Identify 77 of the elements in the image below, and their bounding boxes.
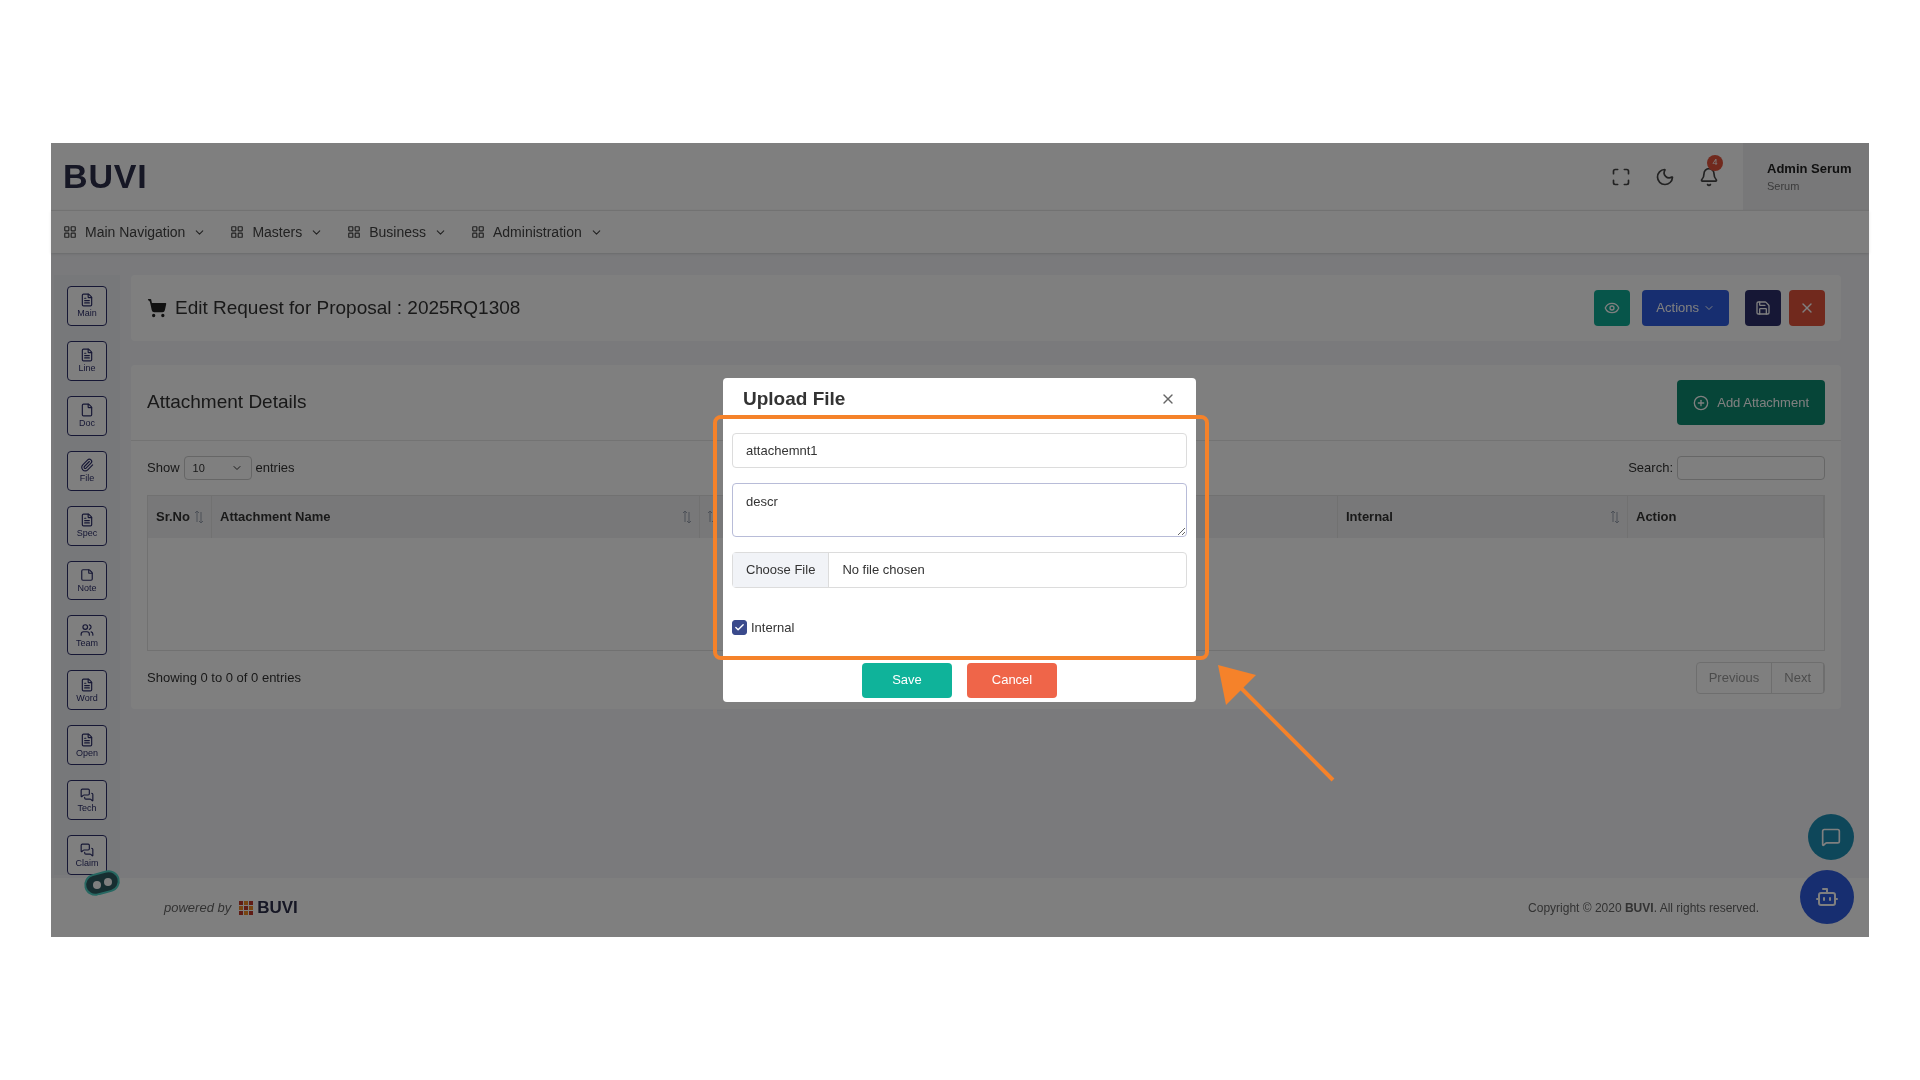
view-button[interactable] [1594, 290, 1631, 326]
entries-label: entries [255, 459, 295, 478]
file-input[interactable]: Choose File No file chosen [732, 552, 1187, 588]
save-icon [1755, 300, 1771, 316]
chat-button[interactable] [1808, 814, 1854, 860]
sidebar-button[interactable]: Word [67, 670, 107, 711]
section-title: Attachment Details [147, 390, 307, 415]
grid-icon [230, 225, 245, 239]
sidebar-button[interactable]: File [67, 450, 107, 491]
grid-icon [347, 225, 362, 239]
page-title: Edit Request for Proposal : 2025RQ1308 [175, 295, 521, 320]
powered-by-text: powered by [164, 898, 232, 917]
sidebar-icon [80, 293, 94, 308]
fullscreen-icon[interactable] [1611, 166, 1631, 187]
notification-badge: 4 [1707, 154, 1723, 171]
table-info: Showing 0 to 0 of 0 entries [147, 669, 301, 688]
sidebar-icon [80, 348, 94, 363]
nav-menu[interactable]: Masters [230, 221, 324, 243]
sidebar-button[interactable]: Spec [67, 505, 107, 546]
logo-icon [239, 900, 254, 915]
sidebar-button[interactable]: Note [67, 560, 107, 601]
sidebar-icon [80, 568, 94, 582]
copyright-text: Copyright © 2020 BUVI. All rights reserved. [1528, 899, 1759, 917]
sidebar-icon [80, 513, 94, 528]
cancel-button[interactable]: Cancel [967, 662, 1057, 698]
choose-file-button[interactable]: Choose File [733, 553, 830, 587]
column-header[interactable]: Action [1628, 496, 1824, 538]
internal-checkbox[interactable] [732, 620, 747, 636]
grid-icon [63, 225, 77, 239]
sidebar-icon [80, 677, 94, 692]
save-button[interactable]: Save [862, 662, 952, 698]
actions-button[interactable]: Actions [1642, 290, 1729, 326]
notification-icon[interactable] [1699, 166, 1719, 187]
column-header[interactable]: Internal [1338, 496, 1628, 538]
description-field[interactable]: descr [732, 483, 1187, 537]
footer-brand: BUVI [257, 896, 298, 919]
sidebar-icon [80, 622, 94, 637]
file-status: No file chosen [841, 561, 925, 580]
nav-menu[interactable]: Business [347, 221, 447, 243]
plus-icon [1693, 394, 1710, 411]
save-button[interactable] [1745, 290, 1781, 326]
sidebar-button[interactable]: Line [67, 340, 107, 381]
sidebar-icon [80, 787, 94, 802]
sidebar-button[interactable]: Tech [67, 780, 107, 821]
robot-icon [1815, 885, 1839, 909]
sidebar-icon [80, 842, 94, 857]
brand-logo[interactable]: BUVI [63, 151, 148, 202]
sidebar-button[interactable]: Team [67, 615, 107, 656]
dialog-title: Upload File [743, 386, 846, 411]
page-size-select[interactable]: 10 [183, 456, 252, 480]
sort-icon [195, 510, 203, 524]
sidebar-button[interactable]: Doc [67, 395, 107, 436]
sort-icon [1611, 510, 1619, 524]
sidebar-button[interactable]: Main [67, 286, 107, 326]
moon-icon[interactable] [1655, 166, 1675, 187]
chat-icon [1821, 827, 1841, 847]
cart-icon [147, 298, 167, 318]
nav-menu[interactable]: Main Navigation [63, 221, 207, 243]
sort-icon [708, 510, 716, 524]
search-field[interactable] [1677, 456, 1825, 480]
eye-icon [1604, 300, 1621, 316]
sidebar-icon [80, 732, 94, 747]
show-label: Show [147, 459, 180, 478]
user-menu[interactable]: Admin Serum Serum [1743, 143, 1869, 210]
sidebar-button[interactable]: Claim [67, 835, 107, 875]
search-label: Search: [1628, 459, 1673, 478]
sidebar-icon [80, 403, 94, 418]
sidebar-icon [80, 458, 94, 473]
grid-icon [471, 225, 485, 239]
add-attachment-button[interactable]: Add Attachment [1677, 380, 1825, 425]
nav-menu[interactable]: Administration [471, 221, 603, 243]
sidebar-button[interactable]: Open [67, 725, 107, 766]
name-field[interactable]: attachemnt1 [732, 433, 1187, 468]
sort-icon [683, 510, 691, 524]
internal-label: Internal [751, 619, 795, 637]
column-header[interactable]: Sr.No [148, 496, 212, 538]
column-header[interactable]: Attachment Name [212, 496, 700, 538]
